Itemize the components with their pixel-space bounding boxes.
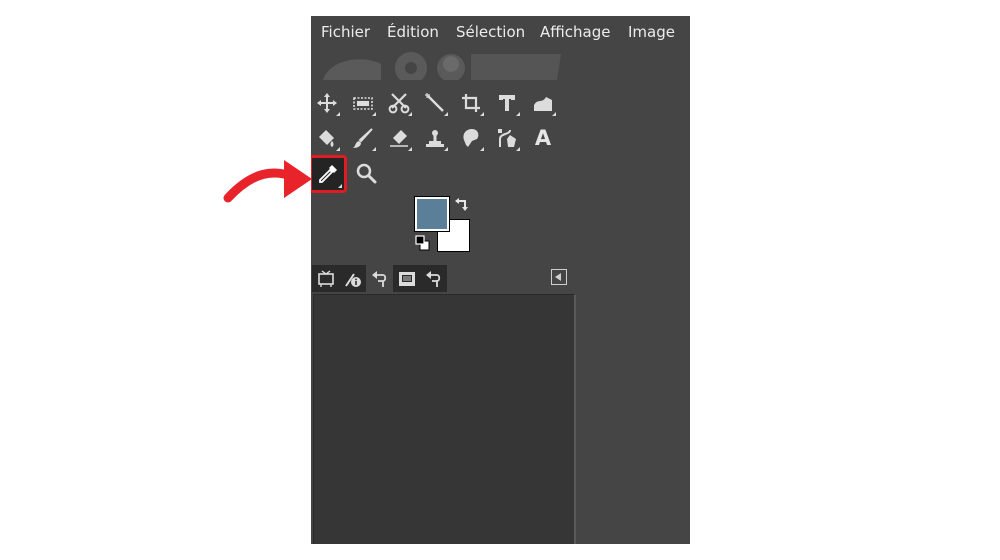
- paintbrush-tool[interactable]: [348, 123, 378, 153]
- rect-select-tool[interactable]: [348, 88, 378, 118]
- tab-tool-options[interactable]: [312, 265, 339, 292]
- rect-select-tool-icon: [353, 97, 373, 110]
- images-icon: [398, 271, 415, 286]
- fuzzy-select-tool[interactable]: [420, 88, 450, 118]
- default-colors-icon[interactable]: [415, 235, 433, 251]
- color-picker-tool[interactable]: [311, 155, 347, 193]
- tool-options-icon: [317, 269, 334, 287]
- tab-undo-history[interactable]: [366, 265, 393, 292]
- unified-transform-tool-icon: [499, 95, 515, 111]
- crop-tool[interactable]: [456, 88, 486, 118]
- device-status-icon: [344, 272, 361, 287]
- fuzzy-select-tool-icon: [425, 93, 444, 112]
- warp-transform-tool[interactable]: [528, 88, 558, 118]
- move-tool[interactable]: [312, 88, 342, 118]
- undo-history-icon: [371, 270, 386, 287]
- bucket-fill-tool[interactable]: [312, 123, 342, 153]
- tab-undo-history-2[interactable]: [420, 265, 447, 292]
- paintbrush-tool-icon: [353, 128, 373, 148]
- crop-tool-icon: [462, 94, 480, 112]
- tab-device-status[interactable]: [339, 265, 366, 292]
- gimp-window: Fichier Édition Sélection Affichage Imag…: [311, 16, 690, 544]
- menu-selection[interactable]: Sélection: [456, 23, 525, 41]
- text-tool-icon: A: [534, 126, 552, 150]
- dock-panel: [313, 294, 576, 544]
- scissors-select-tool-icon: [388, 93, 410, 114]
- clone-tool[interactable]: [420, 123, 450, 153]
- swap-colors-icon[interactable]: [454, 197, 470, 213]
- tab-menu-button[interactable]: [551, 269, 567, 285]
- menu-image[interactable]: Image: [628, 23, 675, 41]
- menu-fichier[interactable]: Fichier: [321, 23, 370, 41]
- text-tool[interactable]: A: [528, 123, 558, 153]
- move-tool-icon: [317, 93, 337, 113]
- menu-affichage[interactable]: Affichage: [540, 23, 610, 41]
- undo-history-icon: [425, 270, 440, 287]
- eraser-tool[interactable]: [384, 123, 414, 153]
- foreground-color-swatch[interactable]: [415, 197, 449, 231]
- scissors-select-tool[interactable]: [384, 88, 414, 118]
- clone-tool-icon: [426, 130, 444, 147]
- annotation-arrow-icon: [223, 160, 312, 203]
- eraser-tool-icon: [390, 130, 408, 147]
- color-picker-tool-icon: [319, 165, 337, 183]
- wilber-logo-icon: [323, 52, 561, 80]
- menu-edition[interactable]: Édition: [387, 23, 439, 41]
- smudge-tool[interactable]: [456, 123, 486, 153]
- zoom-tool[interactable]: [351, 158, 381, 188]
- bucket-fill-tool-icon: [319, 130, 334, 147]
- paths-tool-icon: [498, 129, 516, 147]
- zoom-tool-icon: [356, 163, 377, 184]
- smudge-tool-icon: [463, 129, 479, 147]
- paths-tool[interactable]: [492, 123, 522, 153]
- menubar: Fichier Édition Sélection Affichage Imag…: [311, 16, 690, 48]
- unified-transform-tool[interactable]: [492, 88, 522, 118]
- dock-tab-bar: [311, 265, 690, 292]
- tab-images[interactable]: [393, 265, 420, 292]
- warp-transform-tool-icon: [534, 97, 552, 111]
